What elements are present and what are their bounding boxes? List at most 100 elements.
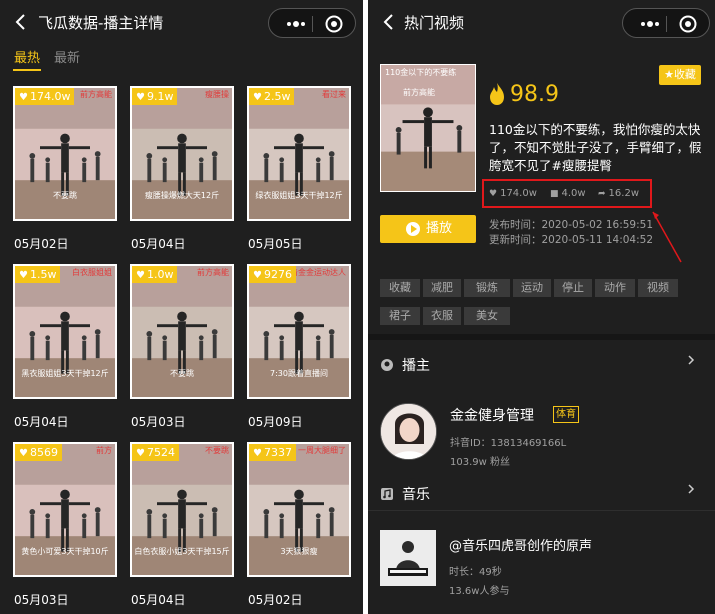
like-count: 1.5w [29, 268, 57, 281]
dance-class-thumbnail [381, 65, 475, 191]
video-card[interactable]: 前方 黄色小可爱3天干掉10斤 ♥ 8569 [13, 442, 117, 577]
close-target-icon[interactable] [325, 15, 343, 33]
like-count: 174.0w [500, 188, 537, 199]
video-caption-bottom: 不要跳 [170, 369, 194, 378]
video-card[interactable]: 瘦腰操瘦腰操爆燃大天12斤 ♥ 9.1w [130, 86, 234, 221]
video-caption-top: 白衣服姐姐 [72, 268, 112, 277]
video-date: 05月04日 [131, 593, 186, 607]
topic-tag[interactable]: 减肥 [423, 279, 461, 297]
video-card[interactable]: 看过来绿衣服姐姐3天干掉12斤 ♥ 2.5w [247, 86, 351, 221]
tab-hottest[interactable]: 最热 [14, 47, 40, 66]
play-icon [406, 222, 420, 236]
tab-underline [13, 69, 41, 71]
host-name[interactable]: 金金健身管理 [450, 405, 534, 425]
tab-latest[interactable]: 最新 [54, 47, 80, 66]
more-dots-icon[interactable] [283, 15, 309, 33]
heart-icon: ♥ [19, 448, 28, 459]
like-count-badge: ♥ 9.1w [132, 88, 178, 105]
back-arrow-icon[interactable] [12, 13, 30, 31]
video-card[interactable]: 一周大腿细了 3天狠狠瘦 ♥ 7337 [247, 442, 351, 577]
like-count-badge: ♥ 7337 [249, 444, 296, 461]
video-caption-bottom: 白色衣服小姐3天干掉15斤 [134, 547, 230, 556]
heart-icon: ♥ [136, 92, 145, 103]
video-card[interactable]: 不要跳 白色衣服小姐3天干掉15斤 ♥ 7524 [130, 442, 234, 577]
topic-tag[interactable]: 锻炼 [464, 279, 510, 297]
back-arrow-icon[interactable] [380, 13, 398, 31]
video-cover[interactable]: 110金以下的不要练 前方高能 [380, 64, 476, 192]
nav-bar: 飞瓜数据-播主详情 [0, 0, 363, 44]
heat-score: 98.9 [510, 82, 559, 107]
like-count: 8569 [29, 446, 58, 459]
close-target-icon[interactable] [679, 15, 697, 33]
share-count: 16.2w [608, 188, 639, 199]
topic-tag[interactable]: 停止 [554, 279, 592, 297]
heart-icon: ♥ [253, 92, 262, 103]
host-avatar[interactable] [380, 403, 437, 460]
video-card[interactable]: 关注跟着金金运动达人 7:30跟着直播间 ♥ 9276 [247, 264, 351, 399]
video-caption-bottom: 绿衣服姐姐3天干掉12斤 [255, 191, 343, 200]
video-date: 05月05日 [248, 237, 303, 251]
music-title[interactable]: @音乐四虎哥创作的原声 [449, 535, 592, 554]
video-caption-top: 瘦腰操 [205, 90, 229, 99]
like-count: 9276 [263, 268, 292, 281]
topic-tag[interactable]: 衣服 [423, 307, 461, 325]
topic-tag[interactable]: 动作 [595, 279, 635, 297]
video-detail-screen: 热门视频 110金以下的不要练 前方高能 98.9 ★收藏 110金以下的不要练… [368, 0, 715, 614]
play-button[interactable]: 播放 [380, 215, 476, 243]
music-cover-image [380, 530, 436, 586]
heart-icon: ♥ [253, 448, 262, 459]
section-divider [368, 334, 715, 340]
video-caption-bottom: 7:30跟着直播间 [270, 369, 328, 378]
like-count: 7524 [146, 446, 175, 459]
video-card[interactable]: 前方高能不要跳 ♥ 174.0w [13, 86, 117, 221]
video-caption-top: 看过来 [322, 90, 346, 99]
chevron-right-icon[interactable] [686, 484, 696, 494]
favorite-button[interactable]: ★收藏 [659, 65, 701, 85]
chevron-right-icon[interactable] [686, 355, 696, 365]
video-caption-bottom: 不要跳 [53, 191, 77, 200]
mini-program-capsule [268, 8, 356, 38]
cover-caption-top: 110金以下的不要练 [385, 68, 457, 77]
video-caption-bottom: 瘦腰操爆燃大天12斤 [144, 191, 220, 200]
music-cover[interactable] [380, 530, 436, 586]
video-caption-top: 前方高能 [197, 268, 229, 277]
host-section-title: 播主 [402, 358, 430, 374]
page-title: 飞瓜数据-播主详情 [38, 14, 164, 32]
topic-tag[interactable]: 视频 [638, 279, 678, 297]
favorite-label: 收藏 [673, 68, 696, 81]
like-count: 1.0w [146, 268, 174, 281]
like-count: 2.5w [263, 90, 291, 103]
heart-icon: ♥ [253, 270, 262, 281]
play-label: 播放 [426, 221, 453, 236]
music-participants: 13.6w人参与 [449, 586, 510, 597]
video-card[interactable]: 前方高能不要跳 ♥ 1.0w [130, 264, 234, 399]
host-section-icon [381, 359, 393, 371]
like-count: 7337 [263, 446, 292, 459]
comment-icon: ■ [550, 189, 559, 199]
topic-tag[interactable]: 美女 [464, 307, 510, 325]
share-icon: ➦ [598, 189, 606, 199]
like-count-badge: ♥ 9276 [249, 266, 296, 283]
topic-tag[interactable]: 收藏 [380, 279, 420, 297]
video-caption-top: 前方 [96, 446, 112, 455]
comment-count: 4.0w [561, 188, 586, 199]
like-count-badge: ♥ 8569 [15, 444, 62, 461]
heart-icon: ♥ [19, 92, 28, 103]
video-card[interactable]: 白衣服姐姐 黑衣服姐姐3天干掉12斤 ♥ 1.5w [13, 264, 117, 399]
like-count-badge: ♥ 7524 [132, 444, 179, 461]
section-divider [368, 510, 715, 511]
stats-highlight-box: ♥ 174.0w ■ 4.0w ➦ 16.2w [482, 179, 652, 208]
heart-icon: ♥ [136, 270, 145, 281]
video-caption-top: 前方高能 [80, 90, 112, 99]
music-duration: 时长：49秒 [449, 567, 502, 578]
video-date: 05月02日 [14, 237, 69, 251]
more-dots-icon[interactable] [637, 15, 663, 33]
like-count: 174.0w [29, 90, 71, 103]
topic-tag[interactable]: 运动 [513, 279, 551, 297]
video-date: 05月03日 [14, 593, 69, 607]
page-title: 热门视频 [404, 14, 465, 32]
video-date: 05月03日 [131, 415, 186, 429]
topic-tag[interactable]: 裙子 [380, 307, 420, 325]
host-detail-screen: 飞瓜数据-播主详情 最热 最新 前方高能 不要跳 ♥ 174.0w 05月02日 瘦腰操瘦… [0, 0, 363, 614]
video-description: 110金以下的不要练，我怕你瘦的太快了，不知不觉肚子没了，手臂细了，假胯宽不见了… [489, 122, 702, 173]
